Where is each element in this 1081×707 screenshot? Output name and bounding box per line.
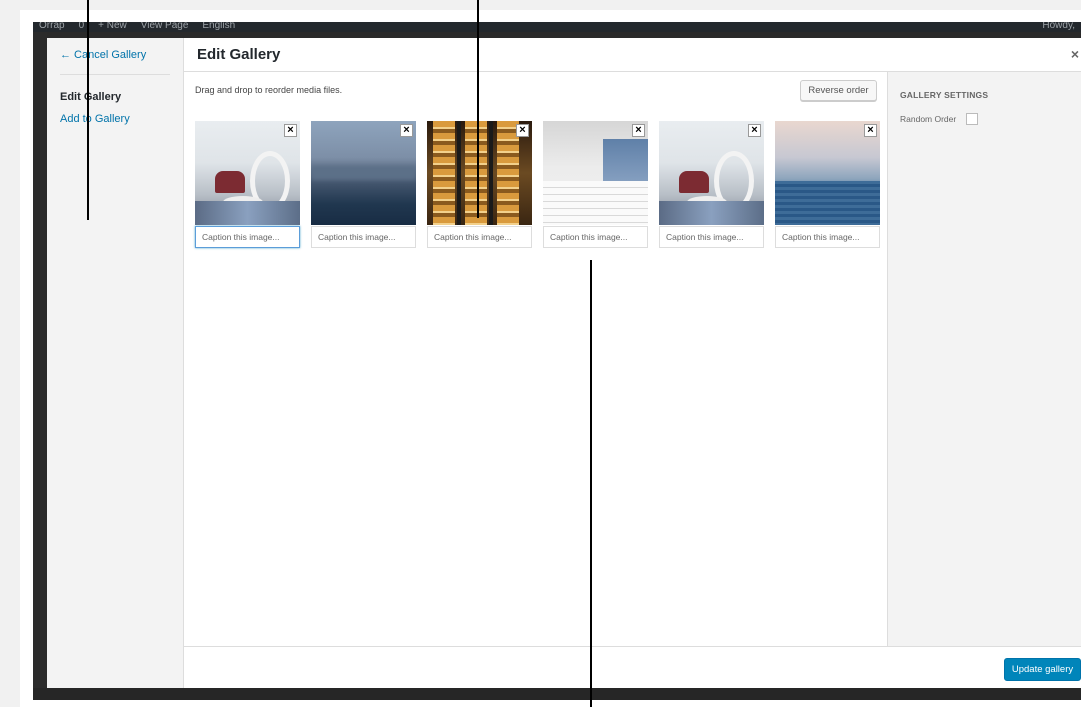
caption-input[interactable] — [195, 226, 300, 248]
menu-separator — [60, 74, 170, 75]
modal-toolbar: Update gallery — [184, 646, 1081, 688]
caption-input[interactable] — [543, 226, 648, 248]
close-icon[interactable]: × — [1071, 46, 1079, 62]
screenshot-stage: Orrap 0 + New View Page English Howdy, ←… — [0, 0, 1081, 707]
overlay-dim — [33, 32, 47, 700]
remove-icon[interactable]: × — [864, 124, 877, 137]
thumbnail-image[interactable]: × — [543, 121, 648, 225]
caption-input[interactable] — [659, 226, 764, 248]
menu-item-edit-gallery[interactable]: Edit Gallery — [60, 91, 121, 103]
admin-bar: Orrap 0 + New View Page English Howdy, — [33, 22, 1081, 32]
gallery-item[interactable]: × — [543, 121, 648, 248]
admin-bar-item[interactable]: View Page — [141, 22, 189, 31]
admin-bar-greeting[interactable]: Howdy, — [1042, 22, 1075, 31]
thumbnail-image[interactable]: × — [427, 121, 532, 225]
admin-bar-item[interactable]: 0 — [79, 22, 85, 31]
random-order-checkbox[interactable] — [966, 113, 978, 125]
gallery-item[interactable]: × — [427, 121, 532, 248]
remove-icon[interactable]: × — [632, 124, 645, 137]
add-to-gallery-link[interactable]: Add to Gallery — [60, 113, 130, 125]
gallery-content: Drag and drop to reorder media files. Re… — [184, 72, 887, 646]
gallery-item[interactable]: × — [195, 121, 300, 248]
gallery-settings-sidebar: GALLERY SETTINGS Random Order — [887, 72, 1081, 646]
instructions-text: Drag and drop to reorder media files. — [195, 85, 343, 95]
gallery-item[interactable]: × — [659, 121, 764, 248]
annotation-line — [590, 260, 592, 707]
remove-icon[interactable]: × — [284, 124, 297, 137]
thumbnail-image[interactable]: × — [659, 121, 764, 225]
gallery-item[interactable]: × — [311, 121, 416, 248]
caption-input[interactable] — [775, 226, 880, 248]
modal-title-bar: Edit Gallery × — [184, 38, 1081, 72]
caption-input[interactable] — [311, 226, 416, 248]
page-title: Edit Gallery — [197, 46, 281, 63]
thumbnail-image[interactable]: × — [195, 121, 300, 225]
update-gallery-button[interactable]: Update gallery — [1004, 658, 1081, 681]
media-menu: ← Cancel Gallery Edit Gallery Add to Gal… — [47, 38, 184, 688]
random-order-label: Random Order — [900, 114, 957, 124]
caption-input[interactable] — [427, 226, 532, 248]
thumbnail-image[interactable]: × — [775, 121, 880, 225]
admin-bar-item[interactable]: + New — [98, 22, 127, 31]
remove-icon[interactable]: × — [748, 124, 761, 137]
annotation-line — [477, 0, 479, 218]
gallery-thumbnails: × × × — [195, 121, 880, 248]
reverse-order-button[interactable]: Reverse order — [800, 80, 877, 101]
admin-bar-item[interactable]: Orrap — [39, 22, 65, 31]
settings-heading: GALLERY SETTINGS — [900, 90, 989, 100]
thumbnail-image[interactable]: × — [311, 121, 416, 225]
admin-bar-item[interactable]: English — [202, 22, 235, 31]
media-modal: ← Cancel Gallery Edit Gallery Add to Gal… — [47, 38, 1081, 688]
gallery-item[interactable]: × — [775, 121, 880, 248]
cancel-gallery-link[interactable]: ← Cancel Gallery — [60, 49, 146, 61]
remove-icon[interactable]: × — [516, 124, 529, 137]
remove-icon[interactable]: × — [400, 124, 413, 137]
annotation-line — [87, 0, 89, 220]
overlay-dim — [33, 688, 1081, 700]
